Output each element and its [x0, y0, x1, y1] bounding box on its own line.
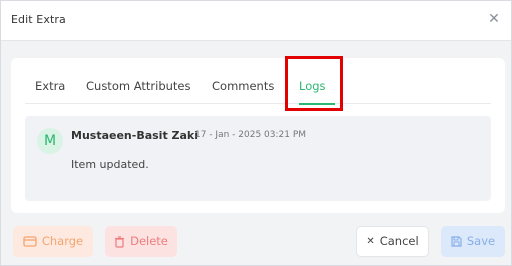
charge-label: Charge	[41, 234, 84, 248]
tab-bar: Extra Custom Attributes Comments Logs	[25, 72, 491, 105]
log-message: Item updated.	[71, 158, 149, 171]
close-icon: ✕	[366, 236, 375, 247]
edit-extra-dialog: Edit Extra ✕ Extra Custom Attributes Com…	[0, 0, 512, 266]
save-button[interactable]: Save	[441, 226, 505, 257]
close-icon[interactable]: ✕	[485, 10, 503, 28]
log-entry: M Mustaeen-Basit Zaki 17 - Jan - 2025 03…	[25, 116, 491, 201]
delete-label: Delete	[130, 234, 168, 248]
dialog-title: Edit Extra	[11, 13, 66, 26]
save-label: Save	[466, 234, 496, 248]
avatar: M	[37, 128, 63, 154]
tab-custom-attributes[interactable]: Custom Attributes	[86, 79, 190, 93]
delete-button[interactable]: Delete	[105, 226, 177, 257]
dialog-header: Edit Extra ✕	[1, 1, 511, 41]
cancel-label: Cancel	[379, 234, 419, 248]
cancel-button[interactable]: ✕ Cancel	[356, 226, 429, 257]
tab-comments[interactable]: Comments	[212, 79, 274, 93]
log-author: Mustaeen-Basit Zaki	[71, 129, 199, 142]
charge-button[interactable]: Charge	[13, 226, 93, 257]
tabs-card: Extra Custom Attributes Comments Logs M …	[11, 58, 505, 213]
trash-icon	[114, 235, 125, 248]
credit-card-icon	[23, 236, 37, 247]
floppy-disk-icon	[451, 236, 462, 247]
logs-tab-highlight-box	[285, 56, 343, 111]
log-timestamp: 17 - Jan - 2025 03:21 PM	[195, 130, 307, 140]
tab-extra[interactable]: Extra	[35, 79, 65, 93]
